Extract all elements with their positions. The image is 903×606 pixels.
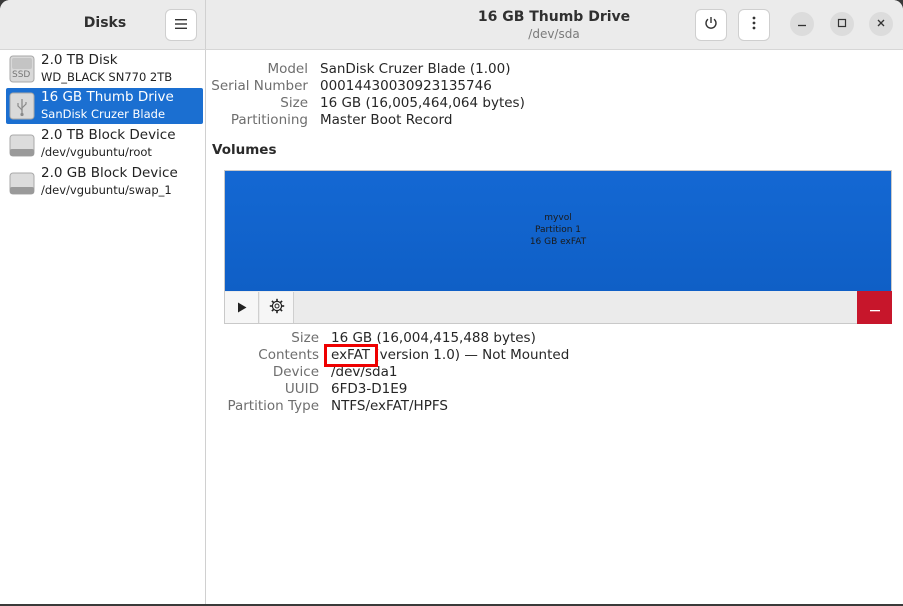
partition-block[interactable]: myvol Partition 1 16 GB exFAT bbox=[225, 171, 891, 291]
disk-item-thumb-drive[interactable]: 16 GB Thumb Drive SanDisk Cruzer Blade bbox=[6, 88, 203, 124]
disk-name: 2.0 GB Block Device bbox=[41, 165, 178, 181]
partitioning-label: Partitioning bbox=[230, 112, 308, 128]
minimize-button[interactable] bbox=[790, 12, 814, 36]
uuid-value: 6FD3-D1E9 bbox=[331, 381, 408, 397]
serial-value: 00014430030923135746 bbox=[320, 78, 492, 94]
block-device-icon bbox=[9, 130, 35, 158]
partition-type-label: Partition Type bbox=[227, 398, 319, 414]
ssd-icon-label: SSD bbox=[12, 70, 31, 80]
disk-model: SanDisk Cruzer Blade bbox=[41, 107, 166, 121]
size-value: 16 GB (16,005,464,064 bytes) bbox=[320, 95, 525, 111]
highlight-annotation-box bbox=[324, 344, 378, 367]
disk-model: WD_BLACK SN770 2TB bbox=[41, 70, 173, 84]
uuid-label: UUID bbox=[284, 381, 319, 397]
drive-menu-button[interactable] bbox=[738, 9, 770, 41]
disk-model: /dev/vgubuntu/root bbox=[41, 145, 152, 159]
maximize-button[interactable] bbox=[830, 12, 854, 36]
partition-size-label: Size bbox=[291, 330, 319, 346]
block-device-icon bbox=[9, 168, 35, 196]
power-off-button[interactable] bbox=[695, 9, 727, 41]
minimize-icon bbox=[797, 17, 807, 31]
usb-drive-icon bbox=[9, 92, 35, 120]
volumes-heading: Volumes bbox=[212, 142, 277, 158]
disk-name: 2.0 TB Disk bbox=[41, 52, 118, 68]
play-icon bbox=[237, 298, 247, 317]
partition-number: Partition 1 bbox=[534, 225, 582, 235]
close-button[interactable] bbox=[869, 12, 893, 36]
disk-item-swap-device[interactable]: 2.0 GB Block Device /dev/vgubuntu/swap_1 bbox=[6, 164, 203, 200]
partitioning-value: Master Boot Record bbox=[320, 112, 453, 128]
disk-model: /dev/vgubuntu/swap_1 bbox=[41, 183, 172, 197]
main-menu-button[interactable] bbox=[165, 9, 197, 41]
header-bar: Disks 16 GB Thumb Drive /dev/sda bbox=[0, 0, 903, 50]
partition-type-value: NTFS/exFAT/HPFS bbox=[331, 398, 448, 414]
hamburger-menu-icon bbox=[175, 17, 187, 33]
disk-list: SSD 2.0 TB Disk WD_BLACK SN770 2TB 16 GB… bbox=[0, 50, 206, 604]
disk-name: 2.0 TB Block Device bbox=[41, 127, 176, 143]
partition-options-button[interactable] bbox=[260, 292, 294, 323]
disk-name: 16 GB Thumb Drive bbox=[41, 89, 174, 105]
vertical-dots-icon bbox=[752, 16, 756, 34]
mount-button[interactable] bbox=[225, 292, 259, 323]
disks-window: Disks 16 GB Thumb Drive /dev/sda SSD 2.0… bbox=[0, 0, 903, 604]
contents-label: Contents bbox=[258, 347, 319, 363]
size-label: Size bbox=[280, 95, 308, 111]
minus-icon bbox=[869, 300, 880, 316]
model-value: SanDisk Cruzer Blade (1.00) bbox=[320, 61, 511, 77]
model-label: Model bbox=[267, 61, 308, 77]
maximize-icon bbox=[837, 17, 847, 31]
close-icon bbox=[876, 17, 886, 31]
device-label: Device bbox=[272, 364, 319, 380]
disk-item-root-device[interactable]: 2.0 TB Block Device /dev/vgubuntu/root bbox=[6, 126, 203, 162]
partition-volume-name: myvol bbox=[544, 213, 572, 223]
power-icon bbox=[704, 16, 718, 34]
sidebar-header: Disks bbox=[0, 0, 206, 49]
ssd-icon: SSD bbox=[9, 55, 35, 83]
partition-summary: 16 GB exFAT bbox=[529, 237, 587, 247]
disk-item-ssd[interactable]: SSD 2.0 TB Disk WD_BLACK SN770 2TB bbox=[6, 51, 203, 87]
gear-icon bbox=[269, 298, 285, 318]
delete-partition-button[interactable] bbox=[857, 291, 892, 324]
serial-label: Serial Number bbox=[211, 78, 308, 94]
volume-map: myvol Partition 1 16 GB exFAT bbox=[224, 170, 892, 324]
